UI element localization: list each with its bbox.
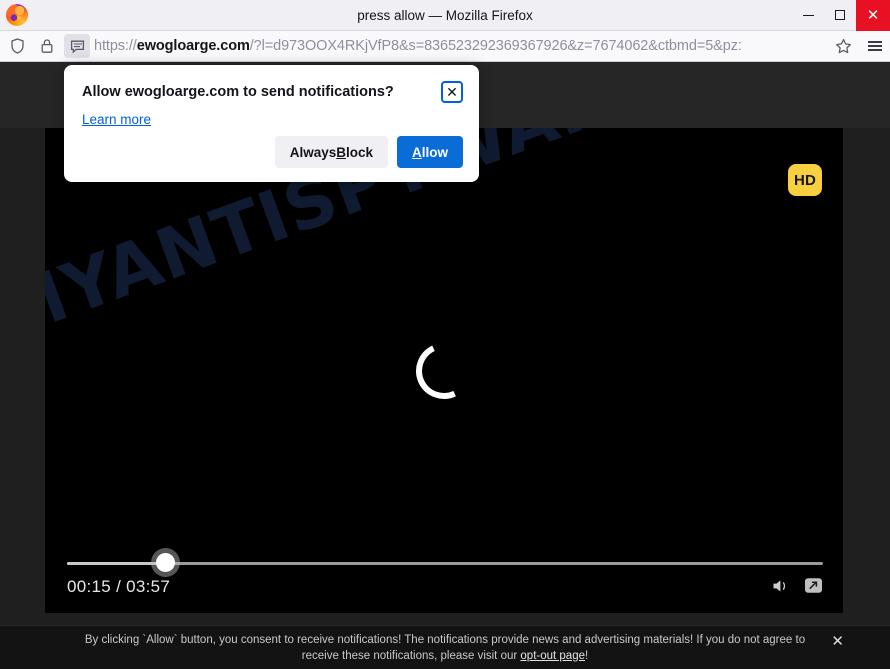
consent-line2-suffix: ! bbox=[585, 649, 589, 662]
consent-text: By clicking `Allow` button, you consent … bbox=[85, 632, 805, 664]
progress-handle[interactable] bbox=[156, 553, 176, 572]
window-title: press allow — Mozilla Firefox bbox=[357, 7, 533, 23]
fullscreen-icon[interactable] bbox=[804, 577, 823, 594]
hd-badge: HD bbox=[788, 164, 822, 196]
firefox-logo-icon bbox=[6, 4, 28, 26]
close-window-button[interactable]: ✕ bbox=[856, 0, 890, 31]
progress-bar[interactable] bbox=[67, 553, 823, 572]
permission-bubble-icon[interactable] bbox=[64, 34, 90, 58]
notification-permission-dialog: Allow ewogloarge.com to send notificatio… bbox=[64, 65, 479, 182]
close-icon: ✕ bbox=[446, 84, 458, 100]
url-text: https://ewogloarge.com/?l=d973OOX4RKjVfP… bbox=[94, 38, 742, 54]
navigation-toolbar: https://ewogloarge.com/?l=d973OOX4RKjVfP… bbox=[0, 31, 890, 62]
player-controls: 00:15 / 03:57 bbox=[45, 537, 843, 613]
learn-more-link[interactable]: Learn more bbox=[82, 112, 151, 127]
video-player[interactable]: MYANTISPYWARE.COM HD 00:15 / 03:57 bbox=[45, 128, 843, 613]
loading-spinner-icon bbox=[408, 334, 480, 407]
consent-close-button[interactable]: ✕ bbox=[831, 634, 844, 649]
title-bar: press allow — Mozilla Firefox ✕ bbox=[0, 0, 890, 31]
url-host: ewogloarge.com bbox=[136, 38, 250, 54]
player-right-controls bbox=[772, 577, 823, 594]
url-path: /?l=d973OOX4RKjVfP8&s=836523292369367926… bbox=[249, 38, 742, 54]
progress-fill bbox=[67, 562, 166, 565]
browser-window: press allow — Mozilla Firefox ✕ https://… bbox=[0, 0, 890, 669]
always-block-accesskey: B bbox=[336, 144, 346, 160]
url-scheme: https:// bbox=[94, 38, 137, 54]
close-icon: ✕ bbox=[866, 6, 880, 24]
minimize-button[interactable] bbox=[792, 0, 824, 31]
opt-out-link[interactable]: opt-out page bbox=[520, 650, 585, 662]
progress-track bbox=[67, 562, 823, 565]
toolbar-right-actions bbox=[826, 34, 890, 58]
consent-line1: By clicking `Allow` button, you consent … bbox=[84, 633, 806, 646]
always-block-prefix: Always bbox=[289, 144, 337, 160]
volume-icon[interactable] bbox=[772, 578, 790, 594]
star-icon[interactable] bbox=[830, 34, 856, 58]
consent-banner: By clicking `Allow` button, you consent … bbox=[0, 625, 890, 669]
allow-button[interactable]: Allow bbox=[397, 136, 463, 168]
dialog-close-button[interactable]: ✕ bbox=[441, 81, 463, 103]
time-display: 00:15 / 03:57 bbox=[67, 577, 171, 596]
lock-icon[interactable] bbox=[34, 34, 60, 58]
url-bar[interactable]: https://ewogloarge.com/?l=d973OOX4RKjVfP… bbox=[94, 33, 824, 59]
always-block-button[interactable]: Always Block bbox=[274, 136, 388, 168]
dialog-actions: Always Block Allow bbox=[274, 136, 463, 168]
dialog-header: Allow ewogloarge.com to send notificatio… bbox=[82, 81, 463, 103]
dialog-title: Allow ewogloarge.com to send notificatio… bbox=[82, 84, 394, 100]
hamburger-icon[interactable] bbox=[862, 34, 888, 58]
window-controls: ✕ bbox=[792, 0, 890, 31]
always-block-suffix: lock bbox=[345, 144, 373, 160]
allow-accesskey: A bbox=[412, 144, 422, 160]
consent-line2-prefix: receive these notifications, please visi… bbox=[301, 649, 521, 662]
maximize-button[interactable] bbox=[824, 0, 856, 31]
shield-icon[interactable] bbox=[4, 34, 30, 58]
allow-suffix: llow bbox=[421, 144, 448, 160]
